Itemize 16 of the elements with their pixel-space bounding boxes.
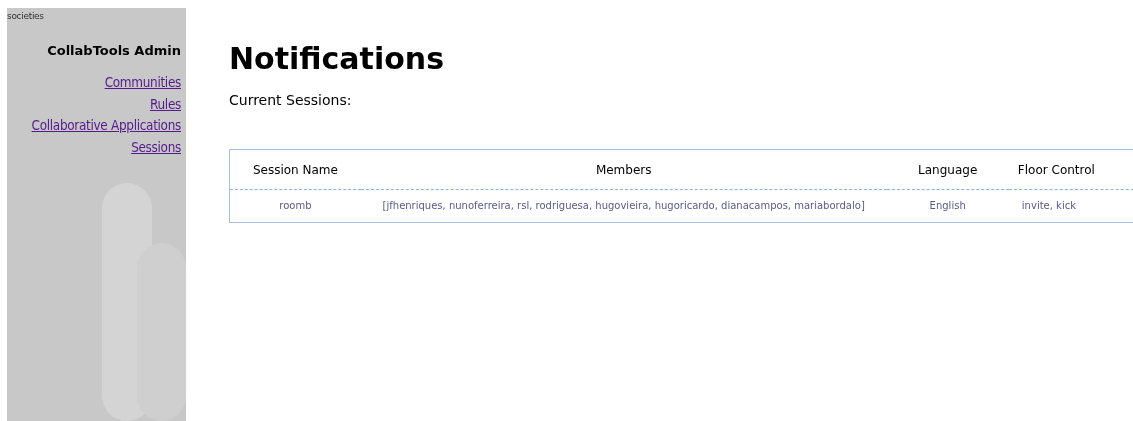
table-cell: [jfhenriques, nunoferreira, rsl, rodriguesa, hugovieira, hugoricardo, dianacampos, mariabordalo] [360,189,887,223]
table-cell: roomb [229,189,361,223]
nav-link[interactable]: Rules [150,93,181,115]
column-header: Floor Control [1008,149,1133,190]
column-header: Session Name [229,149,361,190]
table-cell: invite, kick [1008,189,1133,223]
nav-link[interactable]: Collaborative Applications [31,115,181,137]
table-cell: English [886,189,1009,223]
nav-link[interactable]: Sessions [131,136,181,158]
column-header: Members [360,149,887,190]
column-header: Language [886,149,1009,190]
page-heading: Notifications [229,41,445,76]
sidebar-title: CollabTools Admin [46,42,182,58]
section-label: Current Sessions: [229,92,352,108]
logo-text: societies [7,10,45,21]
nav-link[interactable]: Communities [104,72,181,94]
